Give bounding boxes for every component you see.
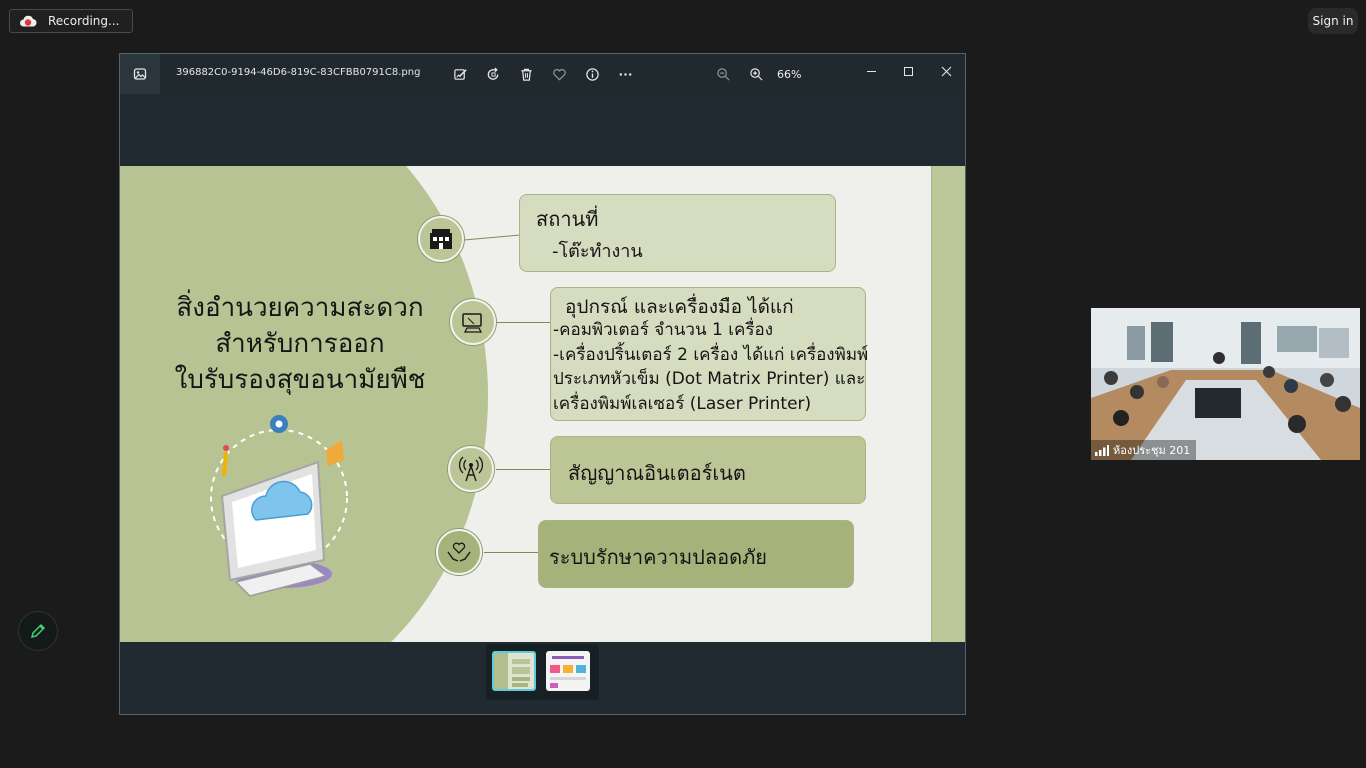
heart-hands-icon: [447, 542, 471, 562]
card-equipment-line: ประเภทหัวเข็ม (Dot Matrix Printer) และ: [553, 369, 866, 389]
slide-right-strip: [931, 166, 965, 642]
connector-line: [464, 234, 520, 241]
security-node: [436, 529, 482, 575]
minimize-icon: [866, 70, 876, 72]
office-building-node: [418, 216, 464, 262]
close-icon: [941, 66, 951, 76]
recording-label: Recording...: [48, 14, 120, 28]
card-security-title: ระบบรักษาความปลอดภัย: [549, 545, 768, 569]
cloud-record-icon: [20, 15, 37, 27]
card-location-title: สถานที่: [536, 207, 599, 231]
card-internet: สัญญาณอินเตอร์เนต: [550, 436, 866, 504]
connector-line: [484, 552, 538, 553]
cloud-computer-illustration: [210, 415, 348, 597]
zoom-out-button[interactable]: [714, 65, 732, 83]
info-button[interactable]: [583, 65, 601, 83]
card-equipment-line: -คอมพิวเตอร์ จำนวน 1 เครื่อง: [553, 320, 774, 340]
maximize-button[interactable]: [896, 60, 920, 82]
participant-video-tile[interactable]: ห้องประชุม 201: [1091, 308, 1360, 460]
zoom-in-button[interactable]: [747, 65, 765, 83]
connector-line: [496, 322, 550, 323]
card-equipment: อุปกรณ์ และเครื่องมือ ได้แก่ -คอมพิวเตอร…: [550, 287, 869, 421]
card-internet-title: สัญญาณอินเตอร์เนต: [568, 461, 746, 485]
participant-name-label: ห้องประชุม 201: [1091, 440, 1197, 460]
viewer-titlebar: 396882C0-9194-46D6-819C-83CFBB0791C8.png…: [120, 54, 965, 94]
zoom-out-icon: [716, 67, 730, 81]
signal-bars-icon: [1095, 444, 1109, 456]
photos-app-icon[interactable]: [120, 54, 160, 94]
meeting-room-video: [1091, 308, 1360, 460]
signal-tower-node: [448, 446, 494, 492]
card-security: ระบบรักษาความปลอดภัย: [538, 520, 854, 588]
slide-image: สิ่งอำนวยความสะดวก สำหรับการออก ใบรับรอง…: [120, 166, 965, 642]
thumbnail-item[interactable]: [492, 651, 536, 691]
photo-viewer-window: 396882C0-9194-46D6-819C-83CFBB0791C8.png…: [119, 53, 966, 715]
rotate-button[interactable]: [484, 65, 502, 83]
pencil-icon: [30, 623, 46, 639]
annotate-button[interactable]: [18, 611, 58, 651]
slide-title: สิ่งอำนวยความสะดวก สำหรับการออก ใบรับรอง…: [148, 290, 452, 398]
edit-image-icon: [453, 68, 467, 80]
close-button[interactable]: [934, 60, 958, 82]
slide-title-line: สำหรับการออก: [215, 329, 385, 359]
thumbnail-strip: [486, 644, 599, 700]
office-building-icon: [430, 229, 452, 249]
maximize-icon: [903, 66, 913, 76]
delete-button[interactable]: [517, 65, 535, 83]
slide-title-line: สิ่งอำนวยความสะดวก: [176, 293, 424, 323]
computer-icon: [462, 313, 483, 333]
minimize-button[interactable]: [859, 60, 883, 82]
zoom-level[interactable]: 66%: [777, 68, 801, 81]
thumbnail-item[interactable]: [546, 651, 590, 691]
participant-name: ห้องประชุม 201: [1113, 444, 1191, 457]
card-location-line: -โต๊ะทำงาน: [552, 241, 643, 262]
zoom-in-icon: [749, 67, 763, 81]
favorite-icon: [552, 68, 566, 81]
info-icon: [585, 67, 599, 81]
signal-tower-icon: [458, 456, 484, 482]
slide-title-line: ใบรับรองสุขอนามัยพืช: [174, 365, 426, 395]
delete-icon: [520, 68, 532, 81]
edit-image-button[interactable]: [451, 65, 469, 83]
connector-line: [496, 469, 550, 470]
computer-node: [450, 299, 496, 345]
rotate-icon: [487, 66, 498, 80]
favorite-button[interactable]: [550, 65, 568, 83]
file-name: 396882C0-9194-46D6-819C-83CFBB0791C8.png: [176, 67, 421, 78]
card-equipment-line: เครื่องพิมพ์เลเซอร์ (Laser Printer): [553, 394, 812, 414]
recording-indicator[interactable]: Recording...: [9, 9, 133, 33]
more-options-button[interactable]: [616, 65, 634, 83]
sign-in-button[interactable]: Sign in: [1308, 8, 1358, 34]
card-location: สถานที่ -โต๊ะทำงาน: [519, 194, 836, 272]
card-equipment-line: -เครื่องปริ้นเตอร์ 2 เครื่อง ได้แก่ เครื…: [553, 345, 869, 365]
more-icon: [619, 72, 631, 76]
